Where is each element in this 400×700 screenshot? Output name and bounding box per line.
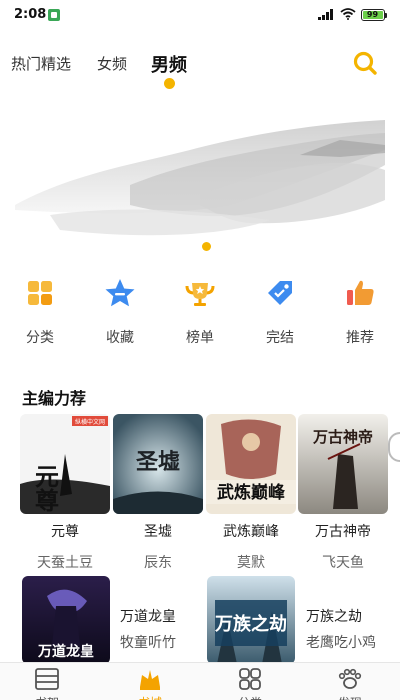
book-author: 飞天鱼 [322,555,364,571]
book-card[interactable]: 武炼巅峰 武炼巅峰 莫默 [206,414,296,572]
book-cover: 纵横中文网 元尊 [20,414,110,514]
cover-title: 万古神帝 [312,428,373,446]
category-shoucang[interactable]: 收藏 [90,276,150,347]
book-card[interactable]: 万古神帝 万古神帝 飞天鱼 [298,414,388,572]
cover-title: 元尊 [31,464,60,513]
cover-title: 圣墟 [136,449,180,475]
book-title: 万族之劫 [306,609,362,625]
category-label: 榜单 [186,330,214,346]
battery-level: 99 [366,10,379,19]
banner[interactable] [0,95,400,255]
book-title: 元尊 [51,524,79,540]
book-title: 万古神帝 [315,524,371,540]
grid-icon [28,281,52,305]
search-icon[interactable] [352,50,378,76]
book-card[interactable]: 纵横中文网 元尊 元尊 天蚕土豆 [20,414,110,572]
active-tab-indicator [164,78,175,89]
notification-icon [48,9,60,21]
side-drawer-handle[interactable] [388,432,400,462]
book-cover: 万道龙皇 [22,576,110,664]
trophy-icon [185,283,215,306]
book-cover: 万古神帝 [298,414,388,514]
status-time: 2:08 [14,7,47,22]
status-bar: 2:08 99 [0,0,400,30]
cover-badge: 纵横中文网 [75,418,105,426]
category-label: 推荐 [346,330,374,346]
bookstore-icon [140,670,160,690]
tab-female[interactable]: 女频 [97,53,127,74]
paw-icon [338,668,362,689]
signal-icon [318,9,334,20]
category-bangdan[interactable]: 榜单 [170,276,230,347]
book-author: 辰东 [144,555,172,571]
book-card-horizontal[interactable]: 万族之劫 万族之劫 老鹰吃小鸡 [207,576,387,664]
cover-title: 万族之劫 [214,613,287,635]
nav-label: 书城 [120,694,180,700]
cover-title: 武炼巅峰 [217,482,286,503]
section-title: 主编力荐 [22,389,87,408]
category-tuijian[interactable]: 推荐 [330,276,390,347]
book-cover: 万族之劫 [207,576,295,664]
tab-hot-picks[interactable]: 热门精选 [11,53,71,74]
bottom-nav: 书架 书城 分类 发现 [0,662,400,700]
cover-title: 万道龙皇 [37,643,94,660]
category-label: 完结 [266,330,294,346]
nav-bookstore[interactable]: 书城 [120,667,180,700]
book-author: 莫默 [237,555,265,571]
book-title: 万道龙皇 [120,609,176,625]
book-card[interactable]: 圣墟 圣墟 辰东 [113,414,203,572]
nav-label: 书架 [17,694,77,700]
nav-label: 分类 [220,694,280,700]
bookshelf-icon [35,668,59,690]
category-label: 收藏 [106,330,134,346]
book-author: 天蚕土豆 [37,555,93,571]
banner-landscape-image [15,120,385,236]
tag-icon [268,281,292,305]
nav-label: 发现 [320,694,380,700]
thumbs-up-icon [347,280,374,305]
battery-icon: 99 [361,9,385,21]
book-card-horizontal[interactable]: 万道龙皇 万道龙皇 牧童听竹 [22,576,202,664]
wifi-icon [340,8,356,20]
category-icon [239,668,261,690]
book-title: 武炼巅峰 [223,524,279,540]
book-author: 牧童听竹 [120,635,176,651]
category-label: 分类 [26,330,54,346]
category-fenlei[interactable]: 分类 [10,276,70,347]
book-cover: 武炼巅峰 [206,414,296,514]
category-wanjie[interactable]: 完结 [250,276,310,347]
nav-category[interactable]: 分类 [220,667,280,700]
tab-male[interactable]: 男频 [151,51,187,77]
nav-discover[interactable]: 发现 [320,667,380,700]
banner-indicator-dot [202,242,211,251]
book-title: 圣墟 [144,524,172,540]
book-author: 老鹰吃小鸡 [306,635,376,651]
star-icon [105,279,135,307]
nav-bookshelf[interactable]: 书架 [17,667,77,700]
book-cover: 圣墟 [113,414,203,514]
